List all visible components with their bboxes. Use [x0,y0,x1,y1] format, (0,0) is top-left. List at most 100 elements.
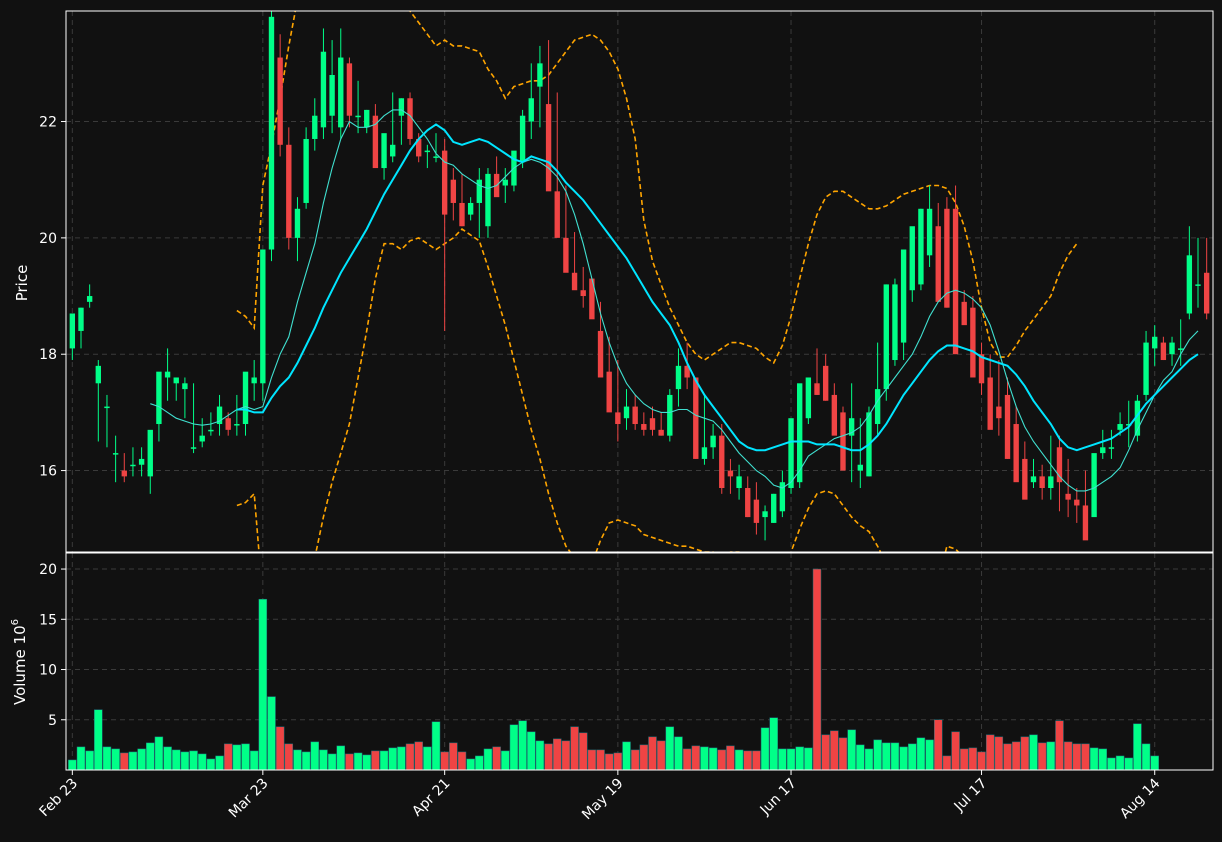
candle-body-110 [1022,458,1028,500]
volume-bar-68 [656,740,666,770]
candle-body-28 [312,115,318,139]
volume-tick-label-10: 10 [39,663,57,679]
candle-body-9 [147,429,153,477]
candle-body-15 [199,435,205,442]
candle-body-22 [260,249,266,384]
candle-body-107 [996,406,1002,419]
candle-body-10 [156,371,162,425]
volume-bar-117 [1081,743,1090,770]
volume-bar-23 [267,696,276,770]
volume-bar-10 [154,736,164,770]
candle-body-121 [1117,424,1123,430]
candle-body-42 [433,156,439,158]
candle-body-47 [476,179,482,203]
volume-bar-95 [890,742,900,770]
volume-bar-92 [864,748,874,770]
volume-bar-79 [752,750,761,770]
volume-bar-17 [215,755,224,770]
volume-bar-3 [94,709,103,770]
volume-bar-101 [942,755,952,770]
volume-tick-label-20: 20 [39,562,57,578]
candle-body-74 [710,435,716,448]
candle-body-2 [86,296,93,302]
candle-body-18 [225,418,231,430]
volume-bar-115 [1063,741,1073,770]
volume-bar-27 [301,751,311,770]
candle-body-35 [372,115,379,169]
volume-bar-59 [578,732,588,770]
volume-bar-97 [908,743,917,770]
volume-bar-7 [128,751,138,770]
volume-bar-81 [769,717,778,770]
volume-bar-37 [388,747,397,770]
candle-body-81 [771,493,777,523]
candle-body-11 [164,371,171,378]
volume-bar-65 [630,749,640,770]
candle-body-32 [346,63,353,116]
volume-bar-57 [561,740,571,770]
candle-body-29 [320,51,327,128]
candle-body-7 [130,464,136,467]
volume-bar-62 [604,753,614,770]
volume-bar-52 [518,720,527,770]
volume-bar-12 [172,749,181,770]
volume-bar-49 [492,746,501,770]
volume-bar-122 [1124,757,1133,770]
volume-bar-22 [258,598,268,770]
volume-bar-56 [553,738,562,770]
candle-body-85 [805,377,812,419]
candle-body-73 [701,447,708,459]
volume-bar-21 [249,750,259,770]
volume-bar-45 [457,751,467,770]
volume-bar-19 [232,744,242,770]
volume-bar-107 [994,736,1004,770]
candle-body-93 [874,389,881,425]
volume-bar-75 [717,749,726,770]
volume-bar-36 [379,750,389,770]
candle-body-57 [563,237,569,273]
volume-bar-25 [284,743,294,770]
candle-body-41 [424,150,431,153]
volume-bar-78 [743,750,752,770]
candle-body-64 [623,406,630,419]
candle-body-111 [1030,476,1037,483]
candle-body-52 [519,115,526,163]
candle-body-87 [822,365,829,401]
candle-body-130 [1195,284,1201,286]
candle-body-128 [1178,348,1184,350]
volume-bar-35 [371,750,380,770]
volume-bar-123 [1133,723,1142,770]
candle-body-99 [926,208,933,256]
candle-body-13 [182,383,188,390]
volume-bar-64 [622,741,631,770]
volume-bar-93 [873,739,882,770]
candle-body-31 [338,57,344,128]
candle-body-66 [641,424,647,430]
volume-bar-112 [1037,742,1047,770]
candle-body-102 [952,208,959,355]
volume-bar-55 [544,743,553,770]
volume-bar-85 [804,747,813,770]
candle-body-69 [667,394,673,436]
volume-bar-46 [466,758,475,770]
candle-body-103 [961,301,967,326]
volume-bar-28 [310,741,320,770]
candle-body-125 [1152,336,1158,349]
volume-bar-30 [327,753,337,770]
volume-bar-9 [146,742,155,770]
volume-bar-100 [934,719,943,770]
candle-body-62 [606,371,612,413]
candle-body-21 [251,377,257,384]
volume-bar-67 [648,736,657,770]
volume-bar-125 [1150,755,1159,770]
volume-bar-1 [76,746,86,770]
volume-bar-11 [163,746,172,770]
candle-body-14 [190,447,197,449]
volume-bar-38 [397,746,406,770]
volume-axis-label-exponent: 6 [10,619,21,625]
volume-bar-76 [726,745,735,770]
candle-body-0 [69,313,76,349]
candle-body-24 [277,57,283,145]
candle-body-23 [268,16,275,250]
candle-body-86 [814,383,820,395]
